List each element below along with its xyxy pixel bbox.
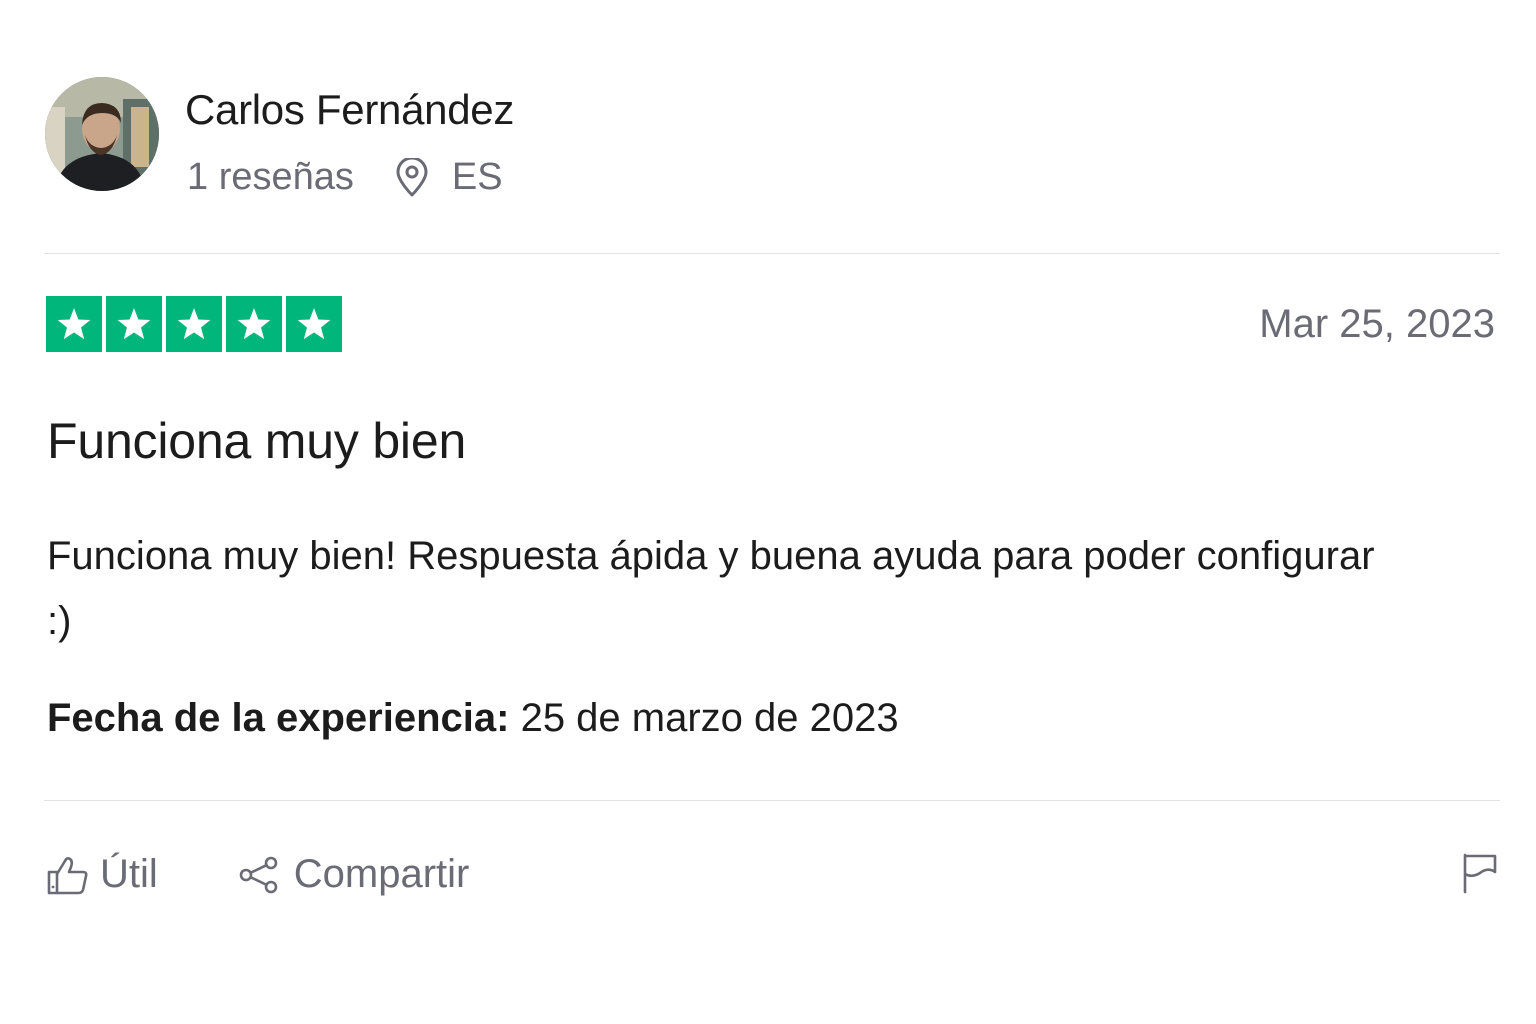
share-button[interactable]: Compartir [238,852,470,897]
review-body: Funciona muy bien! Respuesta ápida y bue… [47,534,1375,643]
star-icon [297,308,331,340]
star-1 [46,296,102,352]
star-icon [237,308,271,340]
review-actions: Útil Compartir [46,852,469,897]
star-4 [226,296,282,352]
star-2 [106,296,162,352]
flag-icon[interactable] [1462,852,1498,894]
thumbs-up-icon [47,856,88,894]
star-5 [286,296,342,352]
map-pin-icon [396,157,428,196]
experience-date: Fecha de la experiencia: 25 de marzo de … [47,696,899,741]
review-title[interactable]: Funciona muy bien [47,412,466,470]
review-card: Carlos Fernández 1 reseñas ES Mar 25, 20… [0,0,1536,1024]
reviewer-meta: 1 reseñas ES [187,156,503,199]
star-icon [177,308,211,340]
country-code: ES [451,156,503,198]
reviewer-name[interactable]: Carlos Fernández [185,86,514,134]
reviews-count: 1 reseñas [187,156,354,198]
avatar[interactable] [45,77,159,191]
useful-label: Útil [100,852,158,896]
star-3 [166,296,222,352]
avatar-photo [45,77,159,191]
experience-date-label: Fecha de la experiencia: [47,696,510,740]
divider [44,253,1500,254]
review-date: Mar 25, 2023 [1259,302,1495,346]
useful-button[interactable]: Útil [46,852,158,897]
reviewer-location: ES [394,156,503,199]
share-label: Compartir [293,852,470,896]
star-icon [57,308,91,340]
star-rating [46,296,342,352]
divider [44,800,1500,801]
experience-date-value: 25 de marzo de 2023 [520,696,899,740]
share-icon [239,856,278,893]
star-icon [117,308,151,340]
